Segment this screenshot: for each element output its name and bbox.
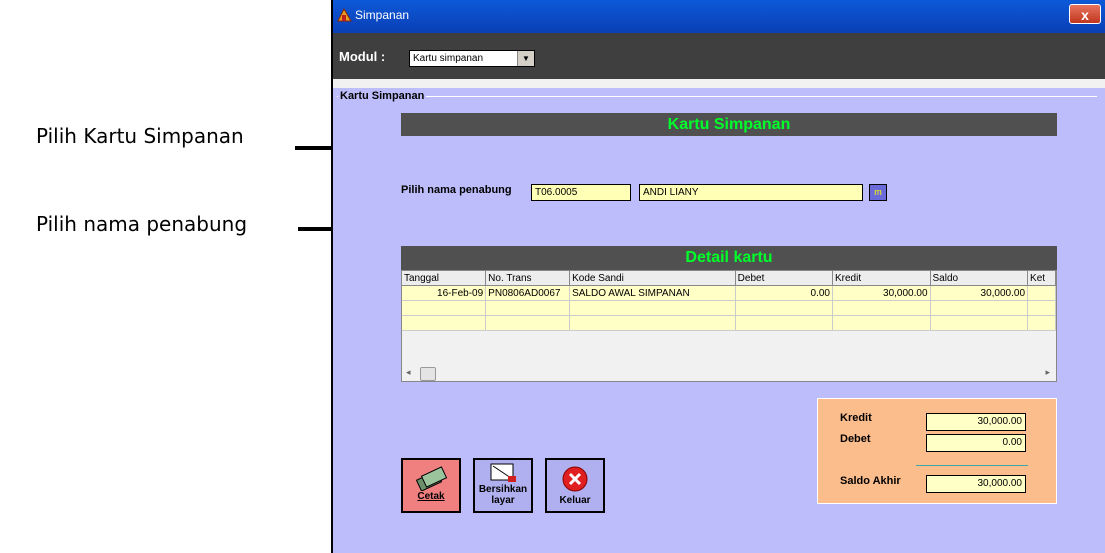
table-cell[interactable]: PN0806AD0067: [485, 285, 571, 301]
close-icon: x: [1081, 7, 1089, 23]
modul-select-value: Kartu simpanan: [413, 53, 484, 64]
scroll-left-icon[interactable]: ◂: [406, 367, 411, 378]
money-icon: [415, 466, 448, 491]
group-legend: Kartu Simpanan: [338, 90, 427, 102]
form-header-bar: Kartu Simpanan: [401, 113, 1057, 136]
penabung-label: Pilih nama penabung: [401, 184, 512, 196]
close-button[interactable]: x: [1069, 4, 1101, 24]
scroll-right-icon[interactable]: ▸: [1045, 367, 1050, 378]
kredit-field[interactable]: 30,000.00: [926, 413, 1026, 431]
column-header[interactable]: Kode Sandi: [569, 271, 736, 286]
table-cell[interactable]: SALDO AWAL SIMPANAN: [569, 285, 736, 301]
penabung-name-field[interactable]: ANDI LIANY: [639, 184, 863, 201]
table-cell[interactable]: 16-Feb-09: [402, 285, 487, 301]
column-header[interactable]: Saldo: [930, 271, 1029, 286]
table-cell[interactable]: 30,000.00: [930, 285, 1029, 301]
cetak-label: Cetak: [417, 491, 445, 502]
detail-header-bar: Detail kartu: [401, 246, 1057, 270]
table-cell[interactable]: 30,000.00: [832, 285, 931, 301]
table-row[interactable]: 16-Feb-09 PN0806AD0067 SALDO AWAL SIMPAN…: [402, 285, 1056, 301]
chevron-down-icon[interactable]: ▼: [517, 51, 534, 66]
summary-divider: [916, 465, 1028, 466]
modul-label: Modul :: [339, 49, 386, 64]
column-header[interactable]: Ket: [1027, 271, 1056, 286]
annotation-label-penabung: Pilih nama penabung: [36, 212, 248, 236]
simpanan-window: Simpanan x Modul : Kartu simpanan ▼ Kart…: [331, 0, 1105, 553]
title-bar[interactable]: Simpanan x: [333, 0, 1105, 33]
column-header[interactable]: No. Trans: [485, 271, 571, 286]
cetak-button[interactable]: Cetak: [401, 458, 461, 513]
saldo-akhir-field[interactable]: 30,000.00: [926, 475, 1026, 493]
bersihkan-label: Bersihkan layar: [478, 484, 528, 506]
scrollbar-thumb[interactable]: [420, 367, 436, 381]
lookup-icon: m: [874, 187, 882, 197]
modul-select[interactable]: Kartu simpanan ▼: [409, 50, 535, 67]
column-header[interactable]: Tanggal: [402, 271, 487, 286]
window-title: Simpanan: [355, 8, 410, 22]
kredit-label: Kredit: [840, 412, 872, 424]
close-circle-icon: [562, 466, 588, 492]
table-row[interactable]: [402, 300, 1056, 316]
table-row[interactable]: [402, 315, 1056, 331]
modul-toolbar: Modul : Kartu simpanan ▼: [333, 33, 1105, 79]
bersihkan-button[interactable]: Bersihkan layar: [473, 458, 533, 513]
annotation-label-kartu: Pilih Kartu Simpanan: [36, 124, 244, 148]
debet-field[interactable]: 0.00: [926, 434, 1026, 452]
table-header-row: Tanggal No. Trans Kode Sandi Debet Kredi…: [402, 271, 1056, 286]
clear-screen-icon: [490, 463, 516, 482]
keluar-label: Keluar: [559, 495, 591, 506]
column-header[interactable]: Kredit: [832, 271, 931, 286]
horizontal-scrollbar[interactable]: ◂ ▸: [402, 365, 1056, 381]
keluar-button[interactable]: Keluar: [545, 458, 605, 513]
debet-label: Debet: [840, 433, 871, 445]
table-cell[interactable]: 0.00: [735, 285, 834, 301]
toolbar-divider: [333, 79, 1105, 88]
detail-table[interactable]: Tanggal No. Trans Kode Sandi Debet Kredi…: [401, 270, 1057, 382]
lookup-button[interactable]: m: [869, 184, 887, 201]
summary-panel: Kredit 30,000.00 Debet 0.00 Saldo Akhir …: [817, 398, 1057, 504]
column-header[interactable]: Debet: [735, 271, 834, 286]
table-cell[interactable]: [1027, 285, 1056, 301]
penabung-code-field[interactable]: T06.0005: [531, 184, 631, 201]
group-border: [337, 96, 1097, 97]
saldo-akhir-label: Saldo Akhir: [840, 475, 901, 487]
app-icon: [337, 7, 352, 22]
